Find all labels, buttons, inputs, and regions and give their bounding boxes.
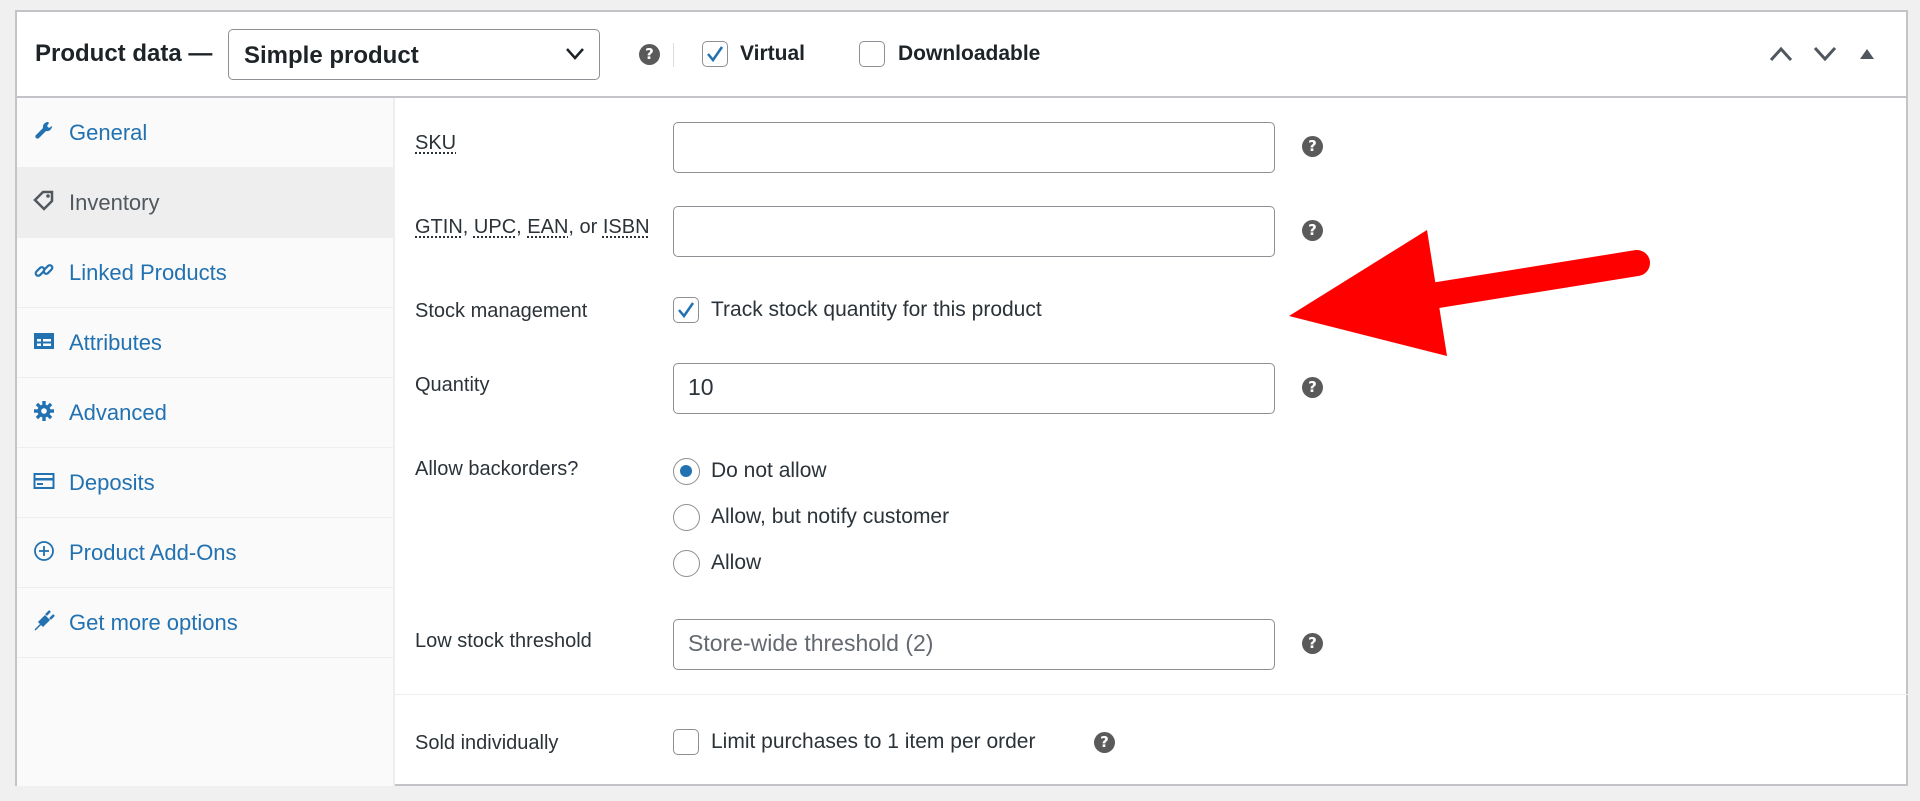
sold-individually-help-icon[interactable]: ?	[1094, 732, 1115, 753]
tab-label: Get more options	[69, 610, 238, 635]
isbn-abbr: ISBN	[602, 216, 650, 238]
tab-label: Deposits	[69, 470, 155, 495]
ean-abbr: EAN	[527, 216, 569, 238]
tab-product-add-ons[interactable]: Product Add-Ons	[17, 518, 393, 588]
product-data-header: Product data — Simple product ? Virtual …	[17, 12, 1906, 98]
backorders-option-label[interactable]: Do not allow	[711, 459, 827, 483]
tab-advanced[interactable]: Advanced	[17, 378, 393, 448]
section-divider	[395, 694, 1908, 695]
stock-management-label: Stock management	[415, 300, 588, 322]
product-data-tabs: General Inventory Linked Products Attrib…	[17, 98, 395, 786]
chevron-down-icon	[566, 48, 584, 60]
gtin-abbr: GTIN	[415, 216, 463, 238]
low-stock-label: Low stock threshold	[415, 630, 592, 652]
gtin-sep: ,	[516, 216, 528, 238]
gear-icon	[34, 401, 54, 421]
tab-label: Inventory	[69, 190, 160, 215]
chevron-down-icon[interactable]	[1813, 46, 1837, 62]
product-type-value: Simple product	[244, 42, 419, 69]
tab-label: Product Add-Ons	[69, 540, 237, 565]
downloadable-label[interactable]: Downloadable	[898, 42, 1040, 66]
backorders-radio-do-not-allow[interactable]	[673, 458, 700, 485]
tab-label: Linked Products	[69, 260, 227, 285]
backorders-radio-allow[interactable]	[673, 550, 700, 577]
backorders-option-label[interactable]: Allow, but notify customer	[711, 505, 949, 529]
radio-selected-dot	[680, 465, 692, 477]
plus-circle-icon	[34, 541, 54, 561]
quantity-help-icon[interactable]: ?	[1302, 377, 1323, 398]
tab-general[interactable]: General	[17, 98, 393, 168]
sold-individually-label: Sold individually	[415, 732, 559, 754]
tab-attributes[interactable]: Attributes	[17, 308, 393, 378]
gtin-label: GTIN, UPC, EAN, or ISBN	[415, 216, 650, 239]
downloadable-checkbox[interactable]	[859, 41, 885, 67]
gtin-sep: , or	[568, 216, 603, 238]
backorders-label: Allow backorders?	[415, 458, 579, 480]
virtual-label[interactable]: Virtual	[740, 42, 805, 66]
quantity-label: Quantity	[415, 374, 490, 396]
plugin-icon	[34, 610, 55, 631]
track-stock-label[interactable]: Track stock quantity for this product	[711, 298, 1042, 322]
sku-help-icon[interactable]: ?	[1302, 136, 1323, 157]
sold-individually-checkbox[interactable]	[673, 729, 699, 755]
tab-get-more-options[interactable]: Get more options	[17, 588, 393, 658]
gtin-input[interactable]	[673, 206, 1275, 257]
collapse-triangle-icon[interactable]	[1859, 48, 1875, 60]
checkmark-icon	[707, 46, 724, 63]
table-icon	[34, 333, 54, 349]
tag-icon	[33, 190, 54, 211]
panel-title: Product data —	[35, 40, 213, 67]
tab-label: Attributes	[69, 330, 162, 355]
virtual-checkbox[interactable]	[702, 41, 728, 67]
wrench-icon	[35, 121, 53, 139]
tab-deposits[interactable]: Deposits	[17, 448, 393, 518]
chevron-up-icon[interactable]	[1769, 46, 1793, 62]
sold-individually-checkbox-label[interactable]: Limit purchases to 1 item per order	[711, 730, 1035, 754]
credit-card-icon	[33, 473, 55, 489]
gtin-sep: ,	[462, 216, 474, 238]
checkmark-icon	[678, 302, 695, 319]
upc-abbr: UPC	[473, 216, 517, 238]
tab-linked-products[interactable]: Linked Products	[17, 238, 393, 308]
track-stock-checkbox[interactable]	[673, 297, 699, 323]
annotation-arrow-icon	[1289, 230, 1650, 356]
link-icon	[34, 264, 54, 277]
quantity-input[interactable]: 10	[673, 363, 1275, 414]
tab-label: General	[69, 120, 148, 145]
sku-input[interactable]	[673, 122, 1275, 173]
tab-label: Advanced	[69, 400, 167, 425]
low-stock-input[interactable]: Store-wide threshold (2)	[673, 619, 1275, 670]
product-type-help-icon[interactable]: ?	[639, 44, 660, 65]
low-stock-help-icon[interactable]: ?	[1302, 633, 1323, 654]
backorders-option-label[interactable]: Allow	[711, 551, 761, 575]
sku-label: SKU	[415, 132, 457, 154]
product-type-select[interactable]: Simple product	[228, 29, 600, 80]
header-divider	[673, 43, 674, 67]
tab-inventory[interactable]: Inventory	[17, 168, 393, 238]
product-data-panel: Product data — Simple product ? Virtual …	[15, 10, 1908, 786]
backorders-radio-notify[interactable]	[673, 504, 700, 531]
